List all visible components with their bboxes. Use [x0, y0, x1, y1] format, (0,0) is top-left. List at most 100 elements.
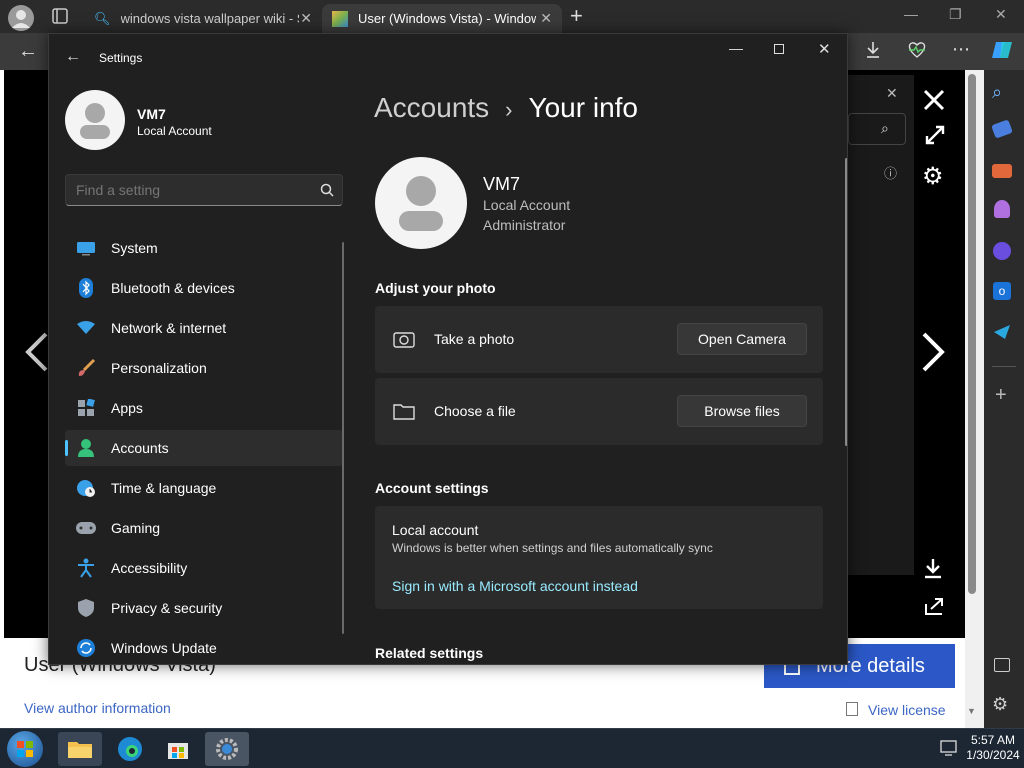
bluetooth-icon: [75, 277, 97, 299]
profile-avatar[interactable]: [8, 5, 34, 31]
tag-icon[interactable]: [991, 119, 1013, 139]
close-tab-icon[interactable]: ✕: [300, 10, 312, 27]
choose-file-label: Choose a file: [434, 403, 516, 419]
back-arrow-icon[interactable]: ←: [65, 48, 81, 66]
panel-search-box[interactable]: ⌕: [848, 113, 906, 145]
download-icon[interactable]: [864, 40, 882, 60]
toolbox-icon[interactable]: [992, 164, 1012, 178]
sidebar-item-label: Personalization: [111, 360, 207, 376]
edge-icon[interactable]: [108, 732, 152, 766]
sidebar-item-label: Accessibility: [111, 560, 188, 576]
games-icon[interactable]: [994, 200, 1010, 218]
sidebar-item-accounts[interactable]: Accounts: [65, 430, 343, 466]
share-icon[interactable]: [924, 596, 946, 616]
send-icon[interactable]: [993, 324, 1011, 340]
profile-picture: [375, 157, 467, 249]
sidebar-item-personalization[interactable]: Personalization: [65, 350, 343, 386]
sidebar-item-label: System: [111, 240, 158, 256]
search-icon: 🔍︎: [94, 10, 111, 26]
related-settings-heading: Related settings: [375, 645, 484, 661]
adjust-photo-heading: Adjust your photo: [375, 280, 496, 296]
outlook-icon[interactable]: o: [993, 282, 1011, 300]
shield-icon: [75, 597, 97, 619]
sidebar-item-privacy[interactable]: Privacy & security: [65, 590, 343, 626]
profile-role: Administrator: [483, 217, 566, 233]
open-camera-button[interactable]: Open Camera: [677, 323, 807, 355]
sidebar-item-bluetooth[interactable]: Bluetooth & devices: [65, 270, 343, 306]
help-icon[interactable]: ⓘ: [884, 163, 897, 182]
update-icon: [75, 637, 97, 659]
file-explorer-icon[interactable]: [58, 732, 102, 766]
globe-clock-icon: [75, 477, 97, 499]
content-scrollbar[interactable]: [845, 158, 847, 446]
take-photo-label: Take a photo: [434, 331, 515, 347]
close-icon[interactable]: ✕: [995, 6, 1007, 23]
maximize-icon[interactable]: [774, 44, 784, 54]
close-viewer-icon[interactable]: [922, 88, 946, 112]
download-image-icon[interactable]: [922, 558, 944, 580]
license-link[interactable]: View license: [868, 702, 946, 718]
sidebar-item-gaming[interactable]: Gaming: [65, 510, 343, 546]
breadcrumb-parent[interactable]: Accounts: [374, 92, 489, 124]
local-account-title: Local account: [392, 522, 479, 538]
new-tab-button[interactable]: +: [570, 3, 583, 29]
minimize-icon[interactable]: —: [904, 6, 918, 22]
sidebar-item-apps[interactable]: Apps: [65, 390, 343, 426]
close-tab-icon[interactable]: ✕: [540, 10, 552, 27]
sidebar-item-network[interactable]: Network & internet: [65, 310, 343, 346]
search-icon: ⌕: [881, 120, 889, 136]
sidebar-item-label: Time & language: [111, 480, 217, 496]
restore-icon[interactable]: ❐: [949, 6, 962, 23]
sidebar-item-windows-update[interactable]: Windows Update: [65, 630, 343, 664]
minimize-icon[interactable]: —: [729, 40, 743, 56]
user-name: VM7: [137, 106, 166, 122]
gear-icon[interactable]: ⚙: [922, 162, 944, 191]
nav-scrollbar[interactable]: [342, 242, 344, 634]
page-scrollbar[interactable]: ▼: [965, 70, 984, 728]
license-icon: [846, 702, 858, 716]
notification-icon[interactable]: [940, 739, 958, 757]
scroll-down-arrow[interactable]: ▼: [967, 706, 976, 716]
settings-window: ← Settings — ✕ VM7 Local Account System …: [48, 33, 848, 665]
browser-tab-active[interactable]: User (Windows Vista) - Windows ✕: [322, 4, 562, 33]
start-button[interactable]: [7, 731, 43, 767]
gamepad-icon: [75, 517, 97, 539]
tab-actions-icon[interactable]: [52, 8, 68, 24]
browse-files-button[interactable]: Browse files: [677, 395, 807, 427]
sidebar-item-accessibility[interactable]: Accessibility: [65, 550, 343, 586]
microsoft-sign-in-link[interactable]: Sign in with a Microsoft account instead: [392, 578, 638, 594]
sidebar-item-label: Network & internet: [111, 320, 227, 336]
search-box[interactable]: [65, 174, 343, 206]
favicon-icon: [332, 10, 348, 27]
add-icon[interactable]: +: [995, 384, 1007, 407]
sidebar-item-system[interactable]: System: [65, 230, 343, 266]
close-icon[interactable]: ✕: [818, 40, 831, 58]
sidebar-toggle-icon[interactable]: [994, 658, 1010, 672]
browser-tab-strip: 🔍︎ windows vista wallpaper wiki - Se ✕ U…: [0, 0, 1024, 33]
account-type: Local Account: [137, 124, 212, 138]
store-icon[interactable]: [156, 732, 200, 766]
more-options-icon[interactable]: ⋯: [952, 39, 970, 60]
choose-file-card: Choose a file Browse files: [375, 378, 823, 445]
clock[interactable]: 5:57 AM 1/30/2024: [966, 733, 1020, 763]
author-info-link[interactable]: View author information: [24, 700, 171, 716]
close-panel-icon[interactable]: ✕: [886, 85, 898, 102]
sidebar-item-time-language[interactable]: Time & language: [65, 470, 343, 506]
previous-arrow-icon[interactable]: [22, 332, 50, 372]
copilot-icon[interactable]: [990, 38, 1014, 62]
search-input[interactable]: [76, 181, 306, 199]
copilot-app-icon[interactable]: [993, 242, 1011, 260]
back-arrow-icon[interactable]: ←: [18, 40, 38, 63]
camera-icon: [393, 330, 415, 348]
tab-title: windows vista wallpaper wiki - Se: [120, 11, 299, 26]
settings-app-icon[interactable]: [205, 732, 249, 766]
expand-icon[interactable]: [924, 124, 946, 146]
heartbeat-icon[interactable]: [906, 41, 928, 59]
browser-tab-search[interactable]: 🔍︎ windows vista wallpaper wiki - Se ✕: [84, 4, 322, 33]
settings-icon[interactable]: ⚙: [992, 694, 1008, 715]
accessibility-icon: [75, 557, 97, 579]
brush-icon: [75, 357, 97, 379]
next-arrow-icon[interactable]: [920, 332, 948, 372]
scrollbar-thumb[interactable]: [968, 74, 976, 594]
search-icon[interactable]: ⌕: [992, 82, 1002, 103]
